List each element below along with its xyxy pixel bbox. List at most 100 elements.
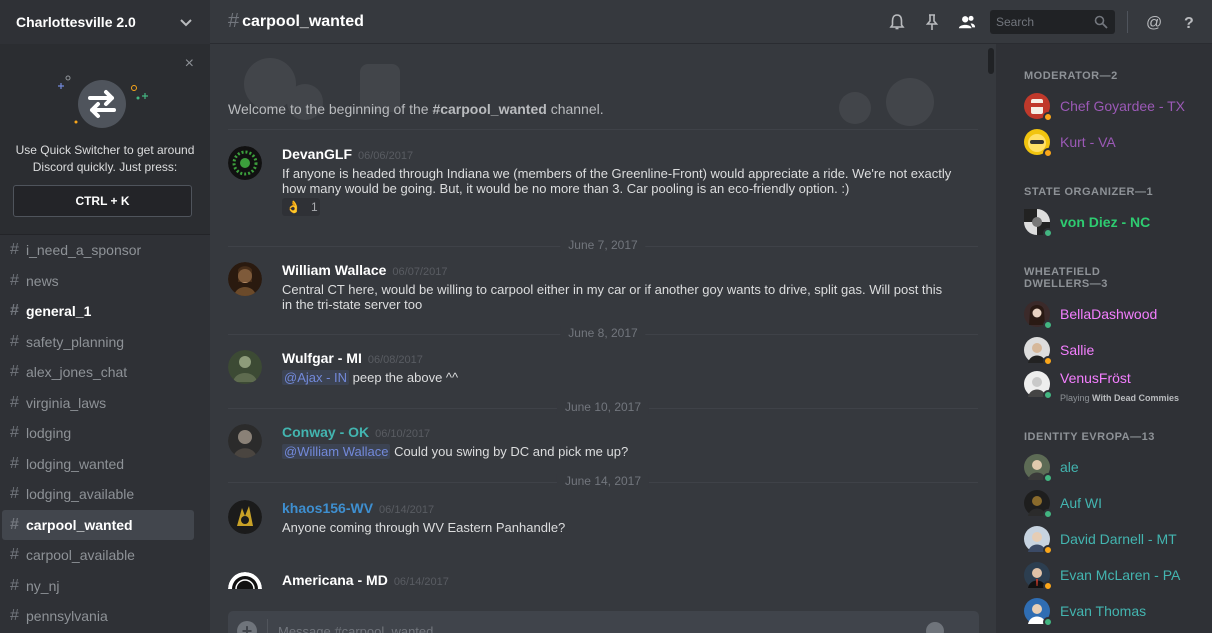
reaction-count: 1 xyxy=(310,200,318,214)
hash-icon: # xyxy=(10,515,19,533)
member-item[interactable]: Chef Goyardee - TX xyxy=(1024,90,1204,122)
avatar[interactable] xyxy=(228,424,262,458)
avatar xyxy=(1024,598,1053,627)
channel-item-lodging_wanted[interactable]: # lodging_wanted xyxy=(2,449,194,480)
upload-icon[interactable]: + xyxy=(237,621,257,633)
channel-item-carpool_available[interactable]: # carpool_available xyxy=(2,540,194,571)
member-item[interactable]: von Diez - NC xyxy=(1024,206,1204,238)
reaction[interactable]: 👌 1 xyxy=(282,198,320,216)
hash-icon: # xyxy=(10,393,19,411)
member-item[interactable]: Auf WI xyxy=(1024,487,1204,519)
hash-icon: # xyxy=(10,607,19,625)
server-header[interactable]: Charlottesville 2.0 xyxy=(0,0,210,44)
avatar[interactable] xyxy=(228,350,262,384)
activity-game: With Dead Commies xyxy=(1092,393,1179,403)
member-item[interactable]: David Darnell - MT xyxy=(1024,523,1204,555)
member-item[interactable]: Sallie xyxy=(1024,334,1204,366)
close-icon[interactable]: × xyxy=(185,56,194,72)
channel-item-safety_planning[interactable]: # safety_planning xyxy=(2,327,194,358)
member-name: Auf WI xyxy=(1060,495,1103,511)
member-group-header: STATE ORGANIZER—1 xyxy=(1024,186,1154,198)
channel-item-lodging[interactable]: # lodging xyxy=(2,418,194,449)
search-box[interactable] xyxy=(990,10,1115,34)
message-scrollbar[interactable] xyxy=(986,44,996,589)
member-name: ale xyxy=(1060,459,1079,475)
channel-item-virginia_laws[interactable]: # virginia_laws xyxy=(2,388,194,419)
member-item[interactable]: VenusFröst Playing With Dead Commies xyxy=(1024,368,1204,403)
avatar xyxy=(1024,209,1053,238)
channel-item-alex_jones_chat[interactable]: # alex_jones_chat xyxy=(2,357,194,388)
message-author[interactable]: William Wallace xyxy=(282,262,386,278)
hash-icon: # xyxy=(10,576,19,594)
member-item[interactable]: Evan McLaren - PA xyxy=(1024,559,1204,591)
ok-hand-icon: 👌 xyxy=(286,200,301,214)
search-input[interactable] xyxy=(996,15,1091,29)
status-online-icon xyxy=(1043,228,1053,238)
channel-item-carpool_wanted[interactable]: # carpool_wanted xyxy=(2,509,194,540)
channel-sidebar: Charlottesville 2.0 × Use Quick Switcher… xyxy=(0,0,210,633)
help-icon[interactable]: ? xyxy=(1180,13,1198,31)
welcome-watermark xyxy=(244,58,934,126)
message-text: If anyone is headed through Indiana we (… xyxy=(282,166,952,196)
member-item[interactable]: Evan Thomas xyxy=(1024,595,1204,627)
message-input[interactable] xyxy=(278,623,918,633)
message: Wulfgar - MI 06/08/2017 @Ajax - IN peep t… xyxy=(228,350,978,390)
status-idle-icon xyxy=(1043,581,1053,591)
member-name: BellaDashwood xyxy=(1060,306,1158,322)
message-author[interactable]: DevanGLF xyxy=(282,146,352,162)
avatar[interactable] xyxy=(228,146,262,180)
message-timestamp: 06/06/2017 xyxy=(358,150,414,162)
message-timestamp: 06/08/2017 xyxy=(367,354,423,366)
member-name: David Darnell - MT xyxy=(1060,531,1177,547)
channel-item-ny_nj[interactable]: # ny_nj xyxy=(2,571,194,602)
avatar[interactable] xyxy=(228,572,262,589)
server-name: Charlottesville 2.0 xyxy=(16,14,136,30)
bell-icon[interactable] xyxy=(888,13,906,31)
channel-label: news xyxy=(26,272,59,289)
avatar xyxy=(1024,490,1053,519)
message-author[interactable]: khaos156-WV xyxy=(282,500,373,516)
emoji-picker-icon[interactable] xyxy=(926,622,944,633)
avatar xyxy=(1024,301,1053,330)
member-name: Chef Goyardee - TX xyxy=(1060,98,1186,114)
channel-item-news[interactable]: # news xyxy=(2,266,194,297)
message-author[interactable]: Americana - MD xyxy=(282,572,388,588)
status-idle-icon xyxy=(1043,545,1053,555)
channel-item-general_1[interactable]: # general_1 xyxy=(2,296,194,327)
member-item[interactable]: Kurt - VA xyxy=(1024,126,1204,158)
status-online-icon xyxy=(1043,320,1053,330)
channel-item-lodging_available[interactable]: # lodging_available xyxy=(2,479,194,510)
composer-separator xyxy=(267,619,268,633)
message: Americana - MD 06/14/2017 xyxy=(228,572,978,589)
avatar[interactable] xyxy=(228,262,262,296)
user-mention[interactable]: @William Wallace xyxy=(282,444,391,459)
message-author[interactable]: Wulfgar - MI xyxy=(282,350,362,366)
status-online-icon xyxy=(1043,473,1053,483)
activity-label: Playing xyxy=(1060,393,1090,403)
channel-item-i_need_a_sponsor[interactable]: # i_need_a_sponsor xyxy=(2,235,194,266)
status-online-icon xyxy=(1043,617,1053,627)
pin-icon[interactable] xyxy=(923,13,941,31)
member-item[interactable]: ale xyxy=(1024,451,1204,483)
hash-icon: # xyxy=(10,241,19,259)
channel-header: # carpool_wanted @ ? xyxy=(210,0,1212,44)
channel-list: # i_need_a_sponsor # news # general_1 # safety_… xyxy=(0,235,210,632)
avatar xyxy=(1024,129,1053,158)
avatar[interactable] xyxy=(228,500,262,534)
scrollbar-thumb[interactable] xyxy=(988,48,994,74)
members-icon[interactable] xyxy=(958,13,976,31)
message-timestamp: 06/07/2017 xyxy=(392,266,448,278)
svg-text:?: ? xyxy=(1184,15,1194,31)
channel-label: general_1 xyxy=(26,303,92,320)
user-mention[interactable]: @Ajax - IN xyxy=(282,370,350,385)
date-divider-label: June 8, 2017 xyxy=(560,326,646,340)
chevron-down-icon xyxy=(178,14,194,30)
channel-label: carpool_wanted xyxy=(26,516,133,533)
channel-item-pennsylvania[interactable]: # pennsylvania xyxy=(2,601,194,632)
message-author[interactable]: Conway - OK xyxy=(282,424,369,440)
member-item[interactable]: BellaDashwood xyxy=(1024,298,1204,330)
quick-switcher-text: Use Quick Switcher to get around Discord… xyxy=(15,143,195,174)
member-name: Evan Thomas xyxy=(1060,603,1147,619)
welcome-prefix: Welcome to the beginning of the xyxy=(228,101,433,117)
mentions-icon[interactable]: @ xyxy=(1145,13,1163,32)
